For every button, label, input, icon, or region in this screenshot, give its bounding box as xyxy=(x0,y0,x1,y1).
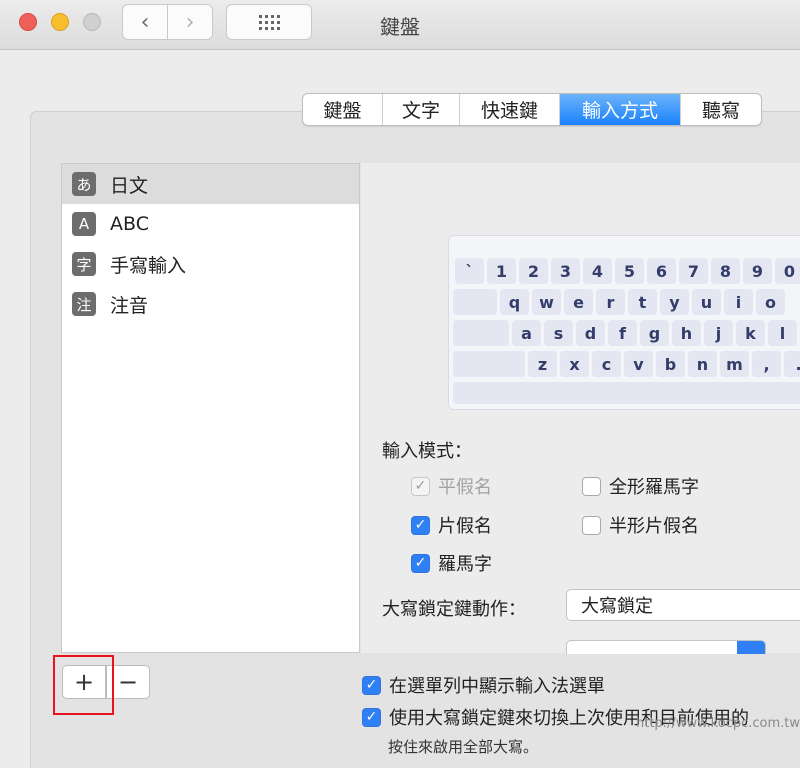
shift-action-select[interactable] xyxy=(566,640,766,654)
capslock-note: 按住來啟用全部大寫。 xyxy=(388,738,539,756)
key: 5 xyxy=(615,258,644,284)
capslock-action-label: 大寫鎖定鍵動作： xyxy=(382,599,526,620)
keyboard-preview: ` 1 2 3 4 5 6 7 8 9 0 q w e r t y u i o … xyxy=(448,235,800,410)
key: o xyxy=(756,289,785,315)
key: 8 xyxy=(711,258,740,284)
list-item-zhuyin[interactable]: 注 注音 xyxy=(62,284,359,324)
input-source-list: あ 日文 A ABC 字 手寫輸入 注 注音 xyxy=(61,163,360,653)
capslock-action-select[interactable]: 大寫鎖定 xyxy=(566,589,800,621)
zhuyin-badge-icon: 注 xyxy=(72,292,96,316)
key: u xyxy=(692,289,721,315)
checkbox-capslock-switch[interactable]: ✓ xyxy=(362,707,381,727)
option-label: 全形羅馬字 xyxy=(609,477,699,498)
key: , xyxy=(752,351,781,377)
key: j xyxy=(704,320,733,346)
key: 2 xyxy=(519,258,548,284)
option-label: 半形片假名 xyxy=(609,516,699,537)
keyboard-row-5 xyxy=(453,382,800,404)
key: i xyxy=(724,289,753,315)
option-romaji[interactable]: ✓ 羅馬字 xyxy=(411,550,492,576)
option-halfwidth-katakana[interactable]: 半形片假名 xyxy=(582,512,699,538)
key: v xyxy=(624,351,653,377)
key: 6 xyxy=(647,258,676,284)
keyboard-row-1: ` 1 2 3 4 5 6 7 8 9 0 xyxy=(455,258,800,284)
key: k xyxy=(736,320,765,346)
tab-keyboard[interactable]: 鍵盤 xyxy=(303,94,383,125)
keyboard-row-4: z x c v b n m , . xyxy=(453,351,800,377)
key: n xyxy=(688,351,717,377)
capslock-key xyxy=(453,320,509,346)
key: 0 xyxy=(775,258,800,284)
title-bar: ‹ › 鍵盤 xyxy=(0,0,800,50)
highlight-annotation xyxy=(53,655,114,715)
key: b xyxy=(656,351,685,377)
checkbox-fullwidth-roman[interactable] xyxy=(582,476,601,496)
option-hiragana: ✓ 平假名 xyxy=(411,473,492,499)
japanese-badge-icon: あ xyxy=(72,172,96,196)
key: a xyxy=(512,320,541,346)
window-title: 鍵盤 xyxy=(380,15,420,39)
checkbox-halfwidth-katakana[interactable] xyxy=(582,515,601,535)
key: z xyxy=(528,351,557,377)
key: q xyxy=(500,289,529,315)
key: m xyxy=(720,351,749,377)
list-item-label: 手寫輸入 xyxy=(110,254,187,277)
list-item-label: 日文 xyxy=(110,174,149,197)
key: f xyxy=(608,320,637,346)
key: 4 xyxy=(583,258,612,284)
list-item-label: 注音 xyxy=(110,294,149,317)
key: e xyxy=(564,289,593,315)
key: w xyxy=(532,289,561,315)
tab-text[interactable]: 文字 xyxy=(383,94,460,125)
tab-bar: 鍵盤 文字 快速鍵 輸入方式 聽寫 xyxy=(302,93,762,126)
key: t xyxy=(628,289,657,315)
checkbox-katakana[interactable]: ✓ xyxy=(411,515,430,535)
key: d xyxy=(576,320,605,346)
bottom-row-key xyxy=(453,382,800,404)
key: h xyxy=(672,320,701,346)
keyboard-row-3: a s d f g h j k l xyxy=(453,320,797,346)
option-katakana[interactable]: ✓ 片假名 xyxy=(411,512,492,538)
tab-input-sources[interactable]: 輸入方式 xyxy=(560,94,681,125)
input-mode-label: 輸入模式： xyxy=(382,441,472,462)
key: 9 xyxy=(743,258,772,284)
keyboard-row-2: q w e r t y u i o xyxy=(453,289,785,315)
watermark: http://www.kocpc.com.tw xyxy=(636,716,800,731)
shift-key xyxy=(453,351,525,377)
key: s xyxy=(544,320,573,346)
key: 1 xyxy=(487,258,516,284)
list-item-handwriting[interactable]: 字 手寫輸入 xyxy=(62,244,359,284)
checkbox-show-input-menu[interactable]: ✓ xyxy=(362,675,381,695)
key: x xyxy=(560,351,589,377)
key: 7 xyxy=(679,258,708,284)
list-item-label: ABC xyxy=(110,213,149,235)
list-item-abc[interactable]: A ABC xyxy=(62,204,359,244)
key: c xyxy=(592,351,621,377)
option-fullwidth-roman[interactable]: 全形羅馬字 xyxy=(582,473,699,499)
handwriting-badge-icon: 字 xyxy=(72,252,96,276)
key: . xyxy=(784,351,800,377)
key: r xyxy=(596,289,625,315)
select-stepper-icon xyxy=(737,641,765,654)
tab-shortcuts[interactable]: 快速鍵 xyxy=(460,94,560,125)
key: l xyxy=(768,320,797,346)
checkbox-romaji[interactable]: ✓ xyxy=(411,553,430,573)
key: y xyxy=(660,289,689,315)
option-label: 在選單列中顯示輸入法選單 xyxy=(389,676,605,697)
option-label: 羅馬字 xyxy=(438,554,492,575)
key: g xyxy=(640,320,669,346)
key: 3 xyxy=(551,258,580,284)
option-label: 平假名 xyxy=(438,477,492,498)
show-input-menu-option[interactable]: ✓ 在選單列中顯示輸入法選單 xyxy=(362,672,605,698)
tab-key xyxy=(453,289,497,315)
key: ` xyxy=(455,258,484,284)
option-label: 片假名 xyxy=(438,516,492,537)
tab-dictation[interactable]: 聽寫 xyxy=(681,94,761,125)
checkbox-hiragana: ✓ xyxy=(411,476,430,496)
list-item-japanese[interactable]: あ 日文 xyxy=(62,164,359,204)
abc-badge-icon: A xyxy=(72,212,96,236)
